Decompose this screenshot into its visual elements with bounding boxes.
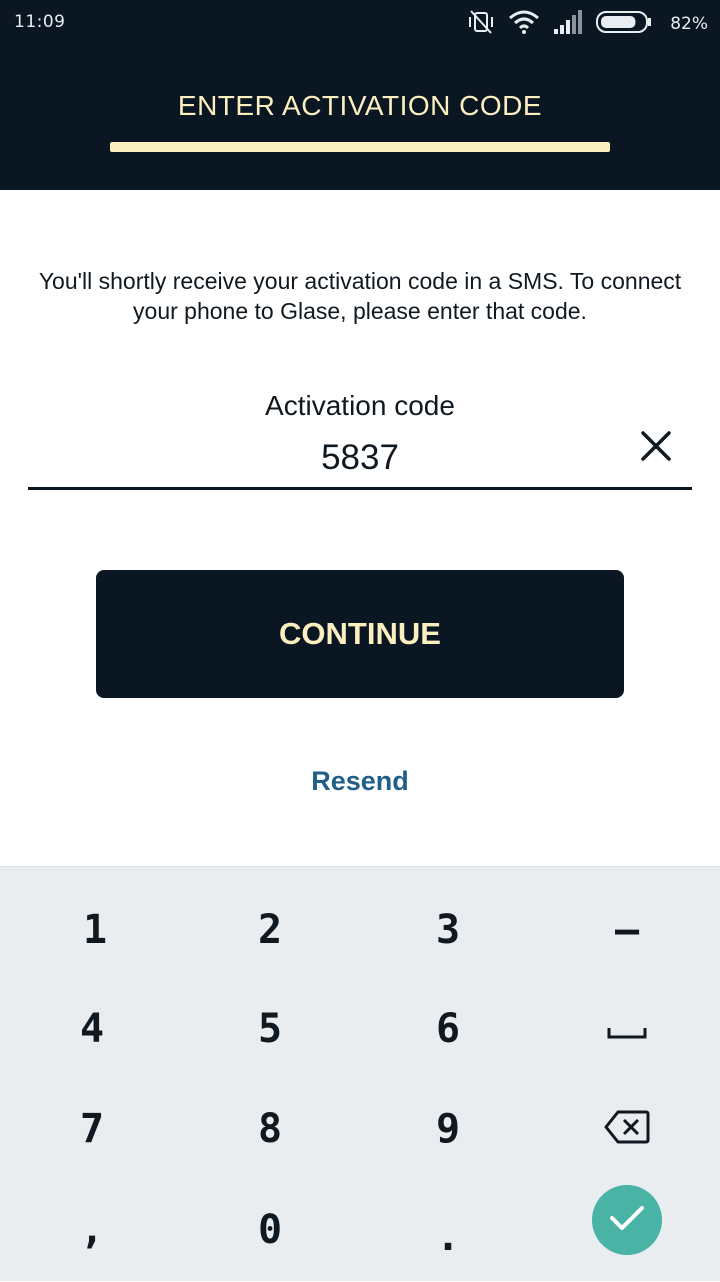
app-header: ENTER ACTIVATION CODE [0, 48, 720, 190]
close-icon [636, 431, 676, 470]
status-icons: 82% [466, 10, 708, 38]
key-3[interactable]: 3 [373, 885, 523, 975]
key-period[interactable]: . [373, 1192, 523, 1282]
battery-percent: 82% [670, 14, 708, 34]
page-title: ENTER ACTIVATION CODE [177, 90, 543, 121]
status-bar: 11:09 82% [0, 0, 720, 48]
resend-link[interactable]: Resend [0, 766, 720, 797]
backspace-icon [604, 1109, 650, 1155]
key-space[interactable] [552, 984, 702, 1074]
key-1[interactable]: 1 [20, 885, 170, 975]
activation-code-input[interactable]: 5837 [0, 438, 720, 478]
vibrate-off-icon [466, 9, 496, 39]
progress-bar [110, 142, 610, 152]
signal-icon [552, 9, 584, 39]
key-4[interactable]: 4 [17, 984, 167, 1074]
key-backspace[interactable] [552, 1087, 702, 1177]
done-button[interactable] [592, 1185, 662, 1255]
instruction-text: You'll shortly receive your activation c… [38, 268, 682, 324]
key-9[interactable]: 9 [373, 1084, 523, 1174]
wifi-icon [508, 9, 540, 39]
activation-code-label: Activation code [265, 390, 455, 421]
check-icon [608, 1203, 646, 1237]
status-time: 11:09 [14, 12, 66, 32]
key-6[interactable]: 6 [373, 984, 523, 1074]
field-underline [28, 487, 692, 490]
key-7[interactable]: 7 [17, 1084, 167, 1174]
space-icon [606, 1006, 648, 1052]
key-8[interactable]: 8 [195, 1084, 345, 1174]
key-comma[interactable]: , [17, 1185, 167, 1275]
numeric-keyboard: 1 2 3 – 4 5 6 7 8 9 , 0 . [0, 866, 720, 1281]
key-2[interactable]: 2 [195, 885, 345, 975]
battery-icon [596, 11, 652, 37]
key-dash[interactable]: – [552, 885, 702, 975]
continue-button[interactable]: CONTINUE [96, 570, 624, 698]
key-0[interactable]: 0 [195, 1185, 345, 1275]
key-5[interactable]: 5 [195, 984, 345, 1074]
clear-button[interactable] [636, 426, 676, 466]
continue-label: CONTINUE [279, 616, 441, 651]
